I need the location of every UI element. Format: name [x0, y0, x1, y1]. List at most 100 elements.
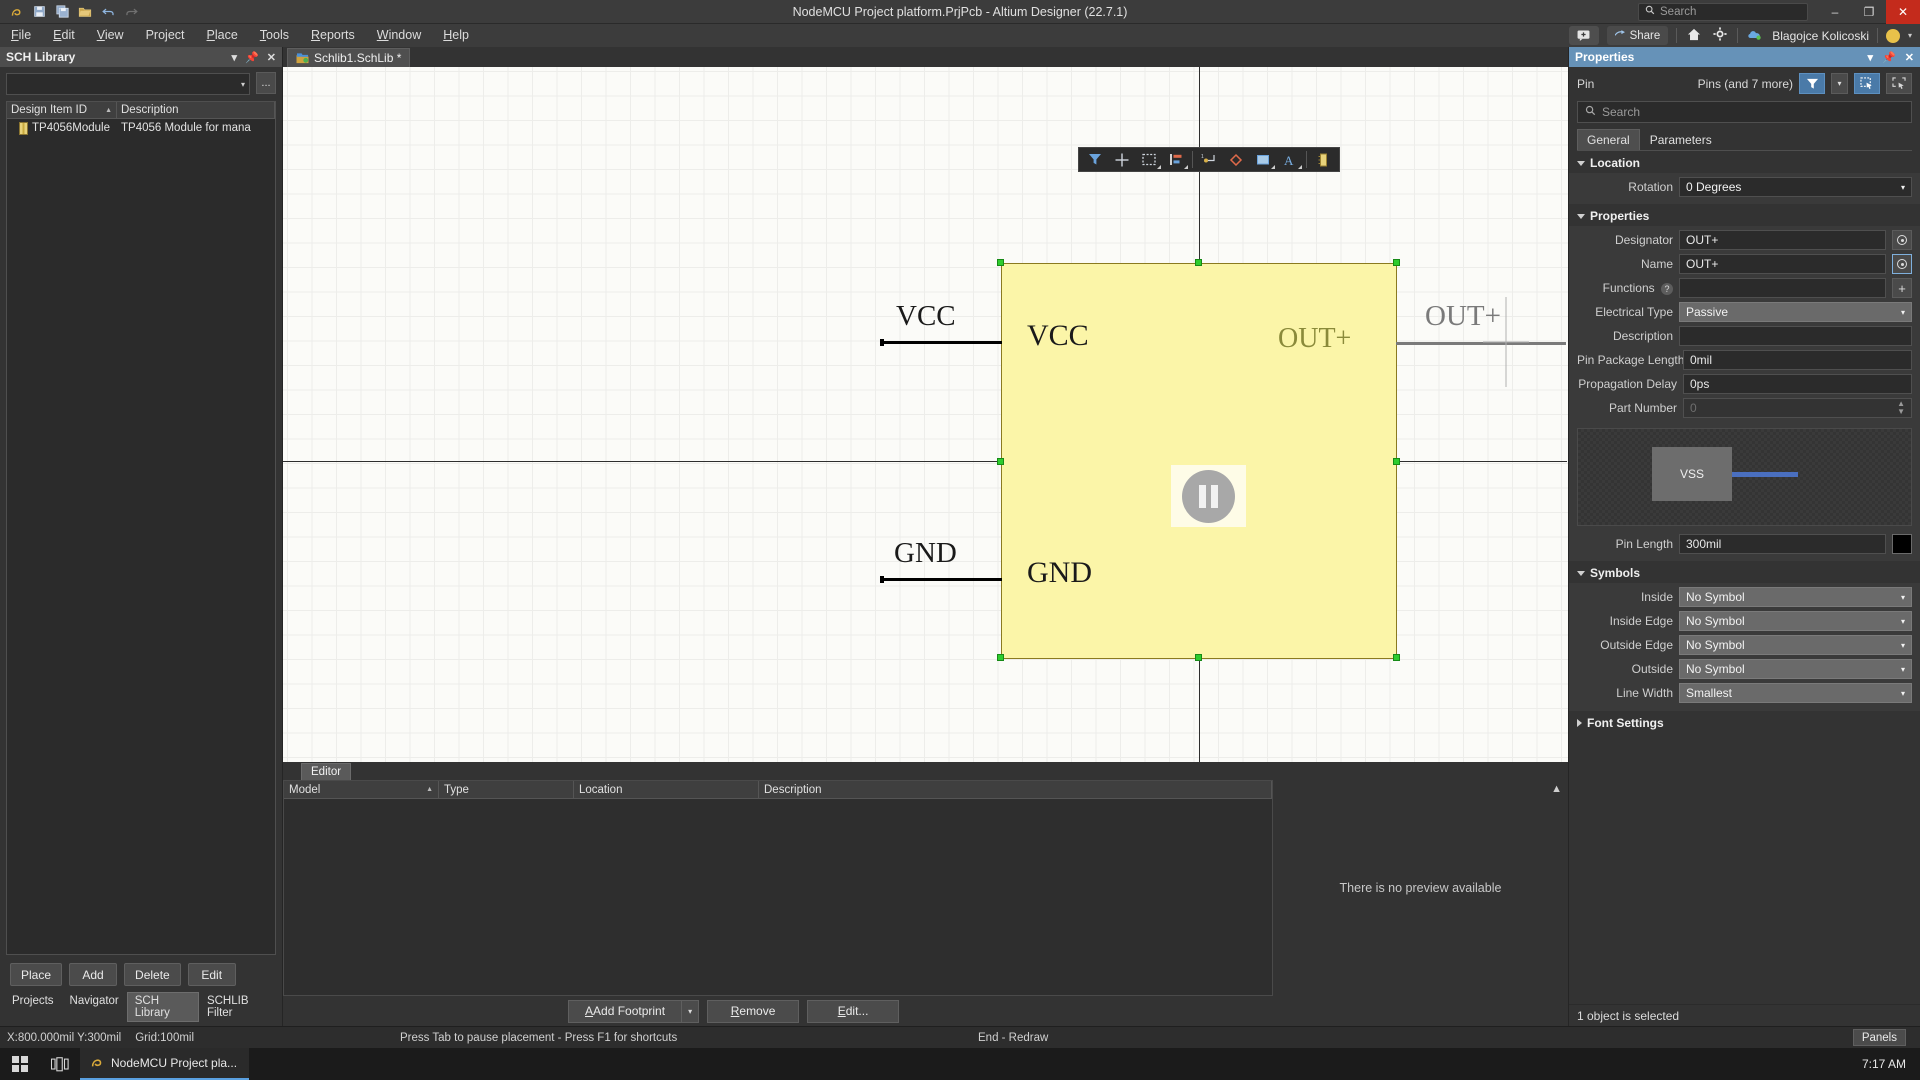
global-search-input[interactable]: Search — [1638, 3, 1808, 21]
column-header-model[interactable]: Model ▲ — [284, 781, 439, 798]
chevron-down-icon[interactable] — [1271, 165, 1275, 169]
menu-project[interactable]: Project — [135, 24, 196, 47]
library-browse-button[interactable]: ... — [256, 72, 276, 94]
section-symbols[interactable]: Symbols — [1569, 561, 1920, 583]
cloud-account-icon[interactable] — [1746, 28, 1764, 44]
help-icon[interactable]: ? — [1661, 283, 1673, 295]
menu-tools[interactable]: Tools — [249, 24, 300, 47]
chevron-down-icon[interactable]: ▾ — [232, 51, 238, 64]
line-width-select[interactable]: Smallest ▾ — [1679, 683, 1912, 703]
account-name[interactable]: Blagojce Kolicoski — [1772, 29, 1869, 43]
pin-name-outplus[interactable]: OUT+ — [1278, 323, 1351, 355]
selection-handle-bottom-center[interactable] — [1195, 654, 1202, 661]
altium-logo-icon[interactable] — [6, 3, 26, 21]
designator-input[interactable]: OUT+ — [1679, 230, 1886, 250]
save-icon[interactable] — [29, 3, 49, 21]
name-visibility-toggle[interactable] — [1892, 254, 1912, 274]
pin-wire-vcc[interactable] — [880, 341, 1002, 344]
selection-handle-top-right[interactable] — [1393, 259, 1400, 266]
select-area-icon[interactable] — [1136, 149, 1162, 170]
tab-projects[interactable]: Projects — [4, 992, 62, 1022]
save-all-icon[interactable] — [52, 3, 72, 21]
part-number-input[interactable]: 0 ▲▼ — [1683, 398, 1912, 418]
menu-view[interactable]: View — [86, 24, 135, 47]
task-view-icon[interactable] — [40, 1048, 80, 1080]
menu-help[interactable]: Help — [432, 24, 480, 47]
name-input[interactable]: OUT+ — [1679, 254, 1886, 274]
open-folder-icon[interactable] — [75, 3, 95, 21]
add-function-button[interactable]: + — [1892, 278, 1912, 298]
gear-icon[interactable] — [1711, 27, 1729, 44]
close-button[interactable]: ✕ — [1886, 0, 1920, 24]
tab-sch-library[interactable]: SCH Library — [127, 992, 199, 1022]
select-inside-icon[interactable] — [1886, 73, 1912, 94]
filter-dropdown-button[interactable]: ▾ — [1831, 73, 1848, 94]
place-component-icon[interactable] — [1310, 149, 1336, 170]
notifications-button[interactable] — [1569, 26, 1599, 45]
column-header-design-item-id[interactable]: Design Item ID ▲ — [7, 102, 117, 118]
chevron-down-icon[interactable] — [1157, 165, 1161, 169]
net-label-vcc[interactable]: VCC — [896, 300, 956, 333]
pin-color-swatch[interactable] — [1892, 534, 1912, 554]
menu-reports[interactable]: Reports — [300, 24, 366, 47]
user-avatar-icon[interactable] — [1886, 29, 1900, 43]
designator-visibility-toggle[interactable] — [1892, 230, 1912, 250]
column-header-location[interactable]: Location — [574, 781, 759, 798]
chevron-down-icon[interactable]: ▾ — [1908, 31, 1912, 40]
remove-button[interactable]: Remove — [707, 1000, 799, 1023]
symbol-outside-edge-select[interactable]: No Symbol ▾ — [1679, 635, 1912, 655]
tab-navigator[interactable]: Navigator — [62, 992, 127, 1022]
add-footprint-button[interactable]: AAdd FootprintAdd Footprint — [568, 1000, 681, 1023]
taskbar-app-altium[interactable]: NodeMCU Project pla... — [80, 1048, 249, 1080]
properties-search-input[interactable]: Search — [1577, 101, 1912, 123]
symbol-outside-select[interactable]: No Symbol ▾ — [1679, 659, 1912, 679]
crosshair-icon[interactable] — [1109, 149, 1135, 170]
net-label-gnd[interactable]: GND — [894, 537, 957, 570]
pin-length-input[interactable]: 300mil — [1679, 534, 1886, 554]
close-icon[interactable]: ✕ — [1905, 51, 1914, 64]
tab-parameters[interactable]: Parameters — [1640, 129, 1722, 150]
filter-icon[interactable] — [1082, 149, 1108, 170]
menu-place[interactable]: Place — [196, 24, 249, 47]
rotation-select[interactable]: 0 Degrees ▾ — [1679, 177, 1912, 197]
pin-icon[interactable]: 📌 — [245, 51, 259, 64]
functions-input[interactable] — [1679, 278, 1886, 298]
pin-icon[interactable]: 📌 — [1882, 51, 1896, 64]
pin-wire-outplus[interactable] — [1396, 342, 1566, 345]
tab-general[interactable]: General — [1577, 129, 1640, 150]
stepper-icon[interactable]: ▲▼ — [1897, 400, 1905, 416]
undo-icon[interactable] — [98, 3, 118, 21]
editor-tab[interactable]: Editor — [301, 763, 351, 780]
selection-handle-mid-right[interactable] — [1393, 458, 1400, 465]
selection-handle-bottom-left[interactable] — [997, 654, 1004, 661]
description-input[interactable] — [1679, 326, 1912, 346]
tab-schlib-filter[interactable]: SCHLIB Filter — [199, 992, 278, 1022]
column-header-description[interactable]: Description — [117, 102, 275, 118]
pin-package-length-input[interactable]: 0mil — [1683, 350, 1912, 370]
place-pin-icon[interactable]: 1 — [1196, 149, 1222, 170]
selection-handle-top-center[interactable] — [1195, 259, 1202, 266]
propagation-delay-input[interactable]: 0ps — [1683, 374, 1912, 394]
pin-name-vcc[interactable]: VCC — [1027, 319, 1089, 353]
place-text-icon[interactable]: A — [1277, 149, 1303, 170]
align-icon[interactable] — [1163, 149, 1189, 170]
library-select[interactable]: ▾ — [6, 73, 250, 95]
select-touching-icon[interactable] — [1854, 73, 1880, 94]
delete-button[interactable]: Delete — [124, 963, 181, 986]
selection-handle-mid-left[interactable] — [997, 458, 1004, 465]
chevron-down-icon[interactable]: ▾ — [1868, 51, 1874, 64]
panels-button[interactable]: Panels — [1853, 1029, 1906, 1046]
table-row[interactable]: TP4056Module TP4056 Module for mana — [7, 119, 275, 137]
add-button[interactable]: Add — [69, 963, 117, 986]
chevron-down-icon[interactable] — [1184, 165, 1188, 169]
menu-file[interactable]: File — [0, 24, 42, 47]
pin-wire-gnd[interactable] — [880, 578, 1002, 581]
edit-footprint-button[interactable]: Edit... — [807, 1000, 899, 1023]
menu-edit[interactable]: Edit — [42, 24, 86, 47]
windows-start-icon[interactable] — [0, 1048, 40, 1080]
document-tab-schlib1[interactable]: Schlib1.SchLib * — [287, 48, 410, 67]
symbol-inside-edge-select[interactable]: No Symbol ▾ — [1679, 611, 1912, 631]
place-button[interactable]: Place — [10, 963, 62, 986]
chevron-up-icon[interactable]: ▲ — [1551, 783, 1562, 795]
home-icon[interactable] — [1685, 28, 1703, 44]
